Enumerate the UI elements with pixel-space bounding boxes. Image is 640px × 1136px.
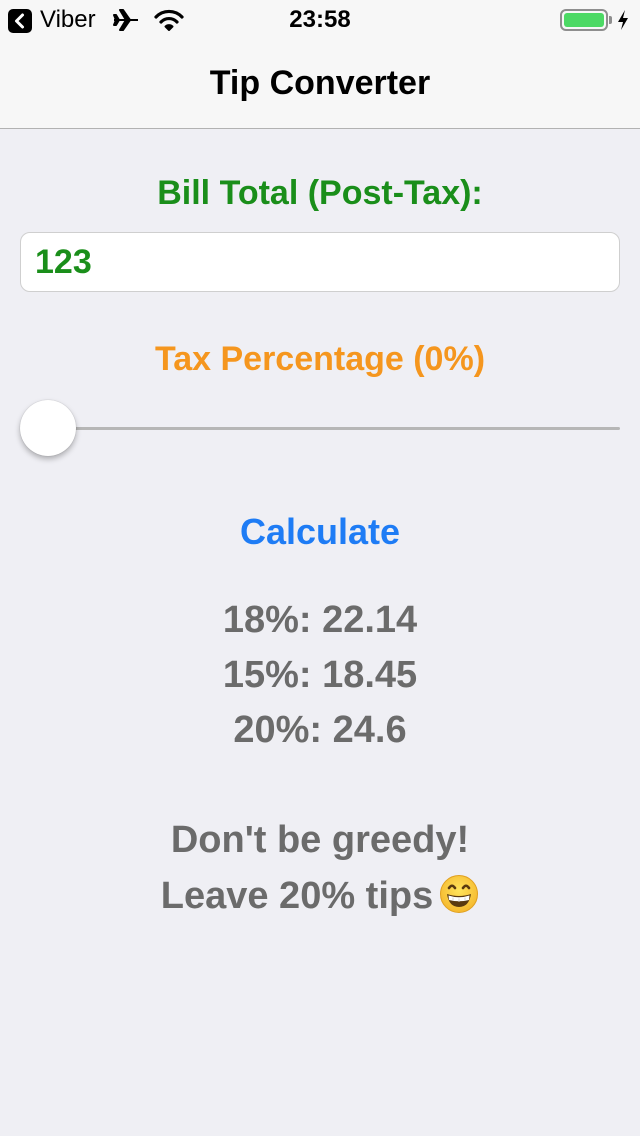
- tax-percentage-slider[interactable]: [20, 400, 620, 456]
- bill-total-label: Bill Total (Post-Tax):: [157, 174, 483, 212]
- battery-icon: [560, 9, 608, 31]
- message-line-2-text: Leave 20% tips: [160, 875, 434, 917]
- charging-bolt-icon: [618, 10, 628, 30]
- status-bar: Viber 23:58: [0, 0, 640, 40]
- grinning-face-icon: [440, 875, 479, 913]
- tax-percentage-label: Tax Percentage (0%): [154, 340, 486, 378]
- slider-thumb[interactable]: [20, 400, 76, 456]
- tip-result-15: 15%: 18.45: [222, 654, 418, 696]
- calculate-button[interactable]: Calculate: [200, 508, 440, 556]
- page-title: Tip Converter: [209, 64, 431, 102]
- bill-total-input[interactable]: [20, 232, 620, 292]
- navigation-bar: Tip Converter: [0, 40, 640, 129]
- tip-message: Don't be greedy! Leave 20% tips: [0, 814, 640, 926]
- app-screen: Viber 23:58 Tip Converter Bill Total (Po…: [0, 0, 640, 1136]
- tip-results: 18%: 22.14 15%: 18.45 20%: 24.6: [0, 596, 640, 761]
- tip-result-18: 18%: 22.14: [222, 599, 418, 641]
- battery-level: [564, 13, 604, 27]
- message-line-2: Leave 20% tips: [0, 870, 640, 926]
- battery-cap: [609, 16, 612, 24]
- message-line-1: Don't be greedy!: [170, 819, 470, 861]
- slider-track[interactable]: [48, 427, 620, 430]
- status-clock: 23:58: [289, 6, 351, 33]
- tip-result-20: 20%: 24.6: [233, 709, 407, 751]
